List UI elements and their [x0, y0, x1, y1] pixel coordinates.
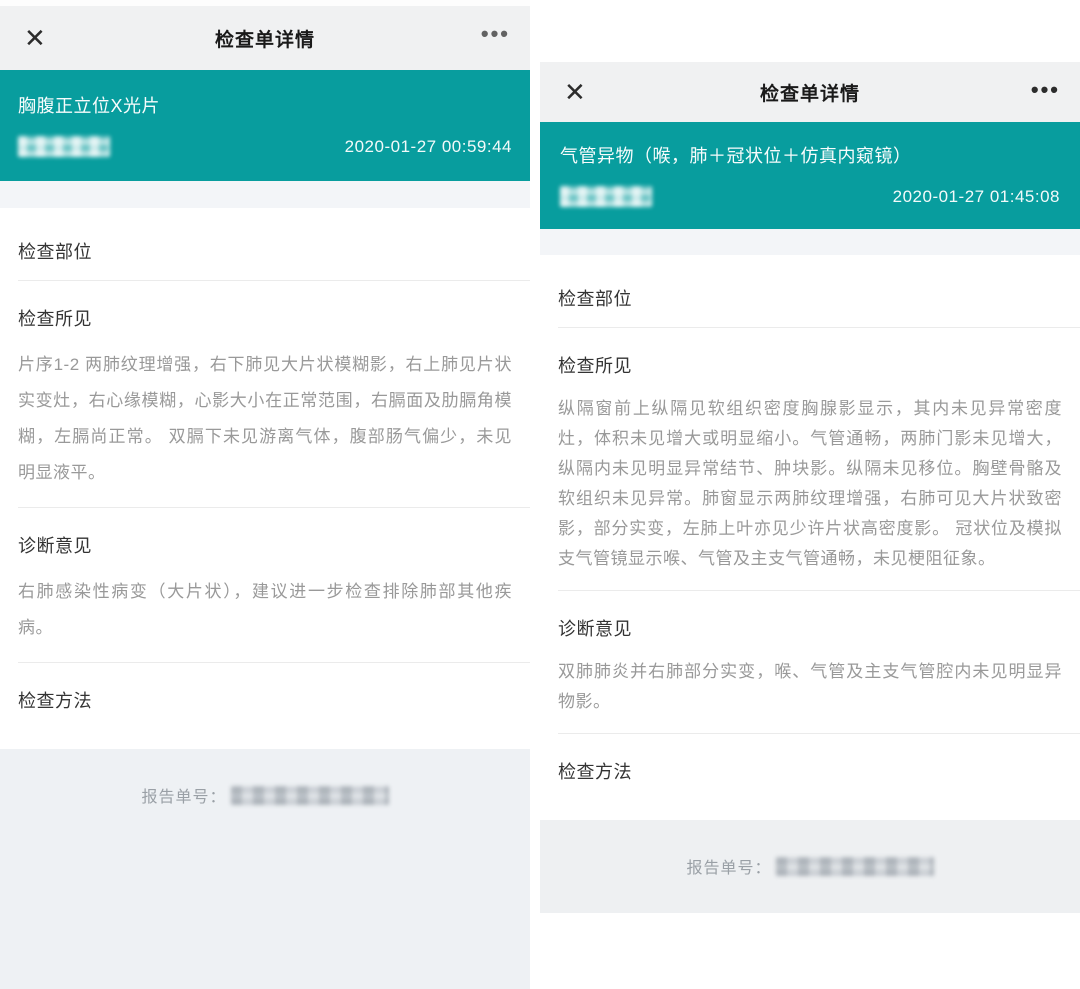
patient-name-redacted [18, 136, 110, 157]
exam-datetime: 2020-01-27 00:59:44 [345, 137, 512, 157]
section-diagnosis: 诊断意见 右肺感染性病变（大片状），建议进一步检查排除肺部其他疾病。 [0, 532, 530, 646]
footer-area: 报告单号： [0, 749, 530, 989]
section-body: 右肺感染性病变（大片状），建议进一步检查排除肺部其他疾病。 [18, 574, 512, 646]
divider [558, 590, 1080, 591]
section-heading: 诊断意见 [558, 615, 1062, 641]
exam-banner: 胸腹正立位X光片 2020-01-27 00:59:44 [0, 70, 530, 181]
exam-name: 气管异物（喉，肺＋冠状位＋仿真内窥镜） [560, 142, 1060, 168]
footer-area: 报告单号： [540, 820, 1080, 913]
exam-name: 胸腹正立位X光片 [18, 92, 512, 118]
report-screen-left: ✕ 检查单详情 ••• 胸腹正立位X光片 2020-01-27 00:59:44… [0, 0, 530, 989]
section-heading: 检查方法 [18, 687, 512, 713]
section-method: 检查方法 [0, 687, 530, 713]
exam-datetime: 2020-01-27 01:45:08 [893, 187, 1060, 207]
section-body: 片序1-2 两肺纹理增强，右下肺见大片状模糊影，右上肺见片状实变灶，右心缘模糊，… [18, 347, 512, 491]
section-gap [0, 181, 530, 208]
nav-bar: ✕ 检查单详情 ••• [0, 6, 530, 70]
divider [18, 662, 530, 663]
divider [18, 507, 530, 508]
close-icon[interactable]: ✕ [24, 25, 46, 51]
section-heading: 检查所见 [558, 352, 1062, 378]
report-screen-right: ✕ 检查单详情 ••• 气管异物（喉，肺＋冠状位＋仿真内窥镜） 2020-01-… [540, 0, 1080, 989]
report-number-label: 报告单号： [686, 854, 771, 878]
report-number-line: 报告单号： [540, 820, 1080, 878]
section-gap [540, 229, 1080, 255]
section-findings: 检查所见 纵隔窗前上纵隔见软组织密度胸腺影显示，其内未见异常密度灶，体积未见增大… [540, 352, 1080, 574]
report-number-line: 报告单号： [0, 749, 530, 807]
screenshot-pair: ✕ 检查单详情 ••• 胸腹正立位X光片 2020-01-27 00:59:44… [0, 0, 1080, 989]
bottom-strip [540, 913, 1080, 989]
section-heading: 检查所见 [18, 305, 512, 331]
exam-banner: 气管异物（喉，肺＋冠状位＋仿真内窥镜） 2020-01-27 01:45:08 [540, 122, 1080, 229]
more-menu-icon[interactable]: ••• [481, 28, 510, 39]
divider [558, 327, 1080, 328]
section-exam-site: 检查部位 [0, 238, 530, 264]
more-menu-icon[interactable]: ••• [1031, 84, 1060, 95]
section-heading: 检查部位 [558, 285, 1062, 311]
section-heading: 诊断意见 [18, 532, 512, 558]
report-number-redacted [776, 857, 934, 876]
nav-bar: ✕ 检查单详情 ••• [540, 62, 1080, 122]
section-findings: 检查所见 片序1-2 两肺纹理增强，右下肺见大片状模糊影，右上肺见片状实变灶，右… [0, 305, 530, 491]
section-exam-site: 检查部位 [540, 285, 1080, 311]
section-body: 纵隔窗前上纵隔见软组织密度胸腺影显示，其内未见异常密度灶，体积未见增大或明显缩小… [558, 394, 1062, 574]
divider [18, 280, 530, 281]
page-title: 检查单详情 [0, 25, 530, 52]
section-method: 检查方法 [540, 758, 1080, 784]
section-heading: 检查方法 [558, 758, 1062, 784]
section-body: 双肺肺炎并右肺部分实变，喉、气管及主支气管腔内未见明显异物影。 [558, 657, 1062, 717]
report-card: 检查部位 检查所见 纵隔窗前上纵隔见软组织密度胸腺影显示，其内未见异常密度灶，体… [540, 255, 1080, 820]
report-number-label: 报告单号： [141, 783, 226, 807]
report-number-redacted [231, 786, 389, 805]
close-icon[interactable]: ✕ [564, 79, 586, 105]
patient-name-redacted [560, 186, 652, 207]
page-title: 检查单详情 [540, 79, 1080, 106]
section-heading: 检查部位 [18, 238, 512, 264]
report-card: 检查部位 检查所见 片序1-2 两肺纹理增强，右下肺见大片状模糊影，右上肺见片状… [0, 208, 530, 749]
top-strip [540, 0, 1080, 62]
section-diagnosis: 诊断意见 双肺肺炎并右肺部分实变，喉、气管及主支气管腔内未见明显异物影。 [540, 615, 1080, 717]
divider [558, 733, 1080, 734]
